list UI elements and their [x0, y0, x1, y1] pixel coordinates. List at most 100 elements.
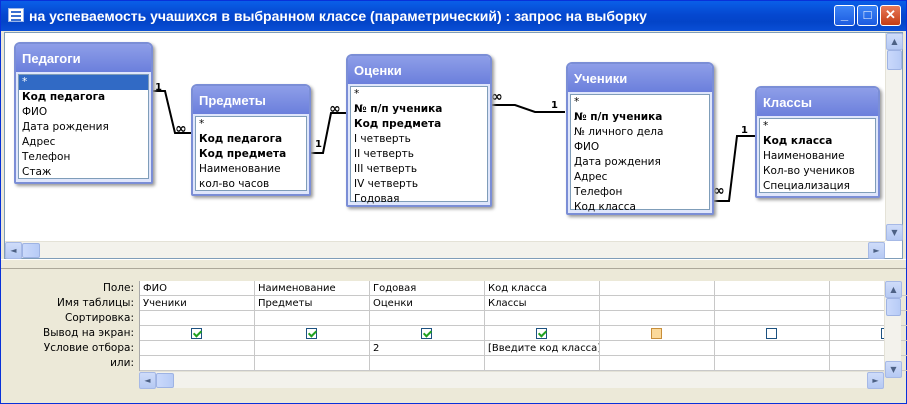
query-grid-pane[interactable]: Поле: Имя таблицы: Сортировка: Вывод на экр… [4, 269, 907, 393]
field-item[interactable]: ФИО [19, 105, 148, 120]
show-checkbox[interactable] [536, 328, 547, 339]
scroll-thumb[interactable] [886, 298, 901, 316]
field-item[interactable]: кол-во часов [196, 177, 306, 192]
field-item[interactable]: III четверть [351, 162, 487, 177]
table-header[interactable]: Педагоги [16, 44, 151, 72]
grid-cell-sort[interactable] [255, 311, 370, 326]
grid-cell-criteria[interactable] [255, 341, 370, 356]
scroll-down-button[interactable]: ▼ [885, 361, 902, 378]
field-list[interactable]: * Код педагога ФИО Дата рождения Адрес Телефо… [18, 74, 149, 179]
grid-cell-show[interactable] [600, 326, 715, 341]
table-grades[interactable]: Оценки * № п/п ученика Код предмета I четвер… [346, 54, 492, 207]
field-item[interactable]: ФИО [571, 140, 709, 155]
grid-cell-or[interactable] [140, 356, 255, 371]
grid-cell-show[interactable] [485, 326, 600, 341]
field-item[interactable]: * [760, 119, 875, 134]
table-header[interactable]: Предметы [193, 86, 309, 114]
grid-cell-field[interactable]: Код класса [485, 281, 600, 296]
grid-cell-field[interactable] [715, 281, 830, 296]
field-list[interactable]: * Код педагога Код предмета Наименование кол… [195, 116, 307, 191]
grid-cell-show[interactable] [715, 326, 830, 341]
close-button[interactable]: ✕ [880, 5, 901, 26]
field-item[interactable]: Код педагога [19, 90, 148, 105]
field-item[interactable]: Наименование [196, 162, 306, 177]
show-checkbox[interactable] [191, 328, 202, 339]
grid-vertical-scrollbar[interactable]: ▲ ▼ [884, 281, 902, 378]
scroll-right-button[interactable]: ► [867, 372, 884, 389]
grid-cell-criteria[interactable]: 2 [370, 341, 485, 356]
scroll-left-button[interactable]: ◄ [139, 372, 156, 389]
field-item[interactable]: Стаж [19, 165, 148, 180]
grid-cell-criteria[interactable] [715, 341, 830, 356]
table-pane-vertical-scrollbar[interactable]: ▲ ▼ [885, 33, 903, 241]
field-item[interactable]: Адрес [19, 135, 148, 150]
show-checkbox[interactable] [421, 328, 432, 339]
field-item[interactable]: I четверть [351, 132, 487, 147]
grid-cell-or[interactable] [370, 356, 485, 371]
field-item[interactable]: Кол-во учеников [760, 164, 875, 179]
field-item[interactable]: Телефон [571, 185, 709, 200]
grid-cell-field[interactable]: Годовая [370, 281, 485, 296]
minimize-button[interactable]: _ [834, 5, 855, 26]
field-item[interactable]: Адрес [571, 170, 709, 185]
field-item[interactable]: Специализация [760, 179, 875, 194]
field-item[interactable]: Годовая [351, 192, 487, 207]
field-item[interactable]: № личного дела [571, 125, 709, 140]
scroll-right-button[interactable]: ► [868, 242, 885, 259]
grid-cell-or[interactable] [600, 356, 715, 371]
grid-cell-table[interactable] [600, 296, 715, 311]
scroll-left-button[interactable]: ◄ [5, 242, 22, 259]
grid-cell-table[interactable]: Классы [485, 296, 600, 311]
table-students[interactable]: Ученики * № п/п ученика № личного дела ФИО Да… [566, 62, 714, 215]
grid-cell-show[interactable] [140, 326, 255, 341]
grid-cell-sort[interactable] [370, 311, 485, 326]
grid-cell-show[interactable] [370, 326, 485, 341]
pane-splitter[interactable] [1, 259, 906, 269]
table-header[interactable]: Классы [757, 88, 878, 116]
grid-cell-sort[interactable] [140, 311, 255, 326]
grid-cell-sort[interactable] [485, 311, 600, 326]
grid-cell-sort[interactable] [600, 311, 715, 326]
grid-cell-criteria[interactable] [600, 341, 715, 356]
scroll-up-button[interactable]: ▲ [885, 281, 902, 298]
field-item[interactable]: II четверть [351, 147, 487, 162]
table-teachers[interactable]: Педагоги * Код педагога ФИО Дата рождения Адр… [14, 42, 153, 184]
scroll-down-button[interactable]: ▼ [886, 224, 903, 241]
field-item[interactable]: Код педагога [196, 132, 306, 147]
field-item[interactable]: * [19, 75, 148, 90]
grid-cell-field[interactable]: ФИО [140, 281, 255, 296]
grid-cell-field[interactable] [600, 281, 715, 296]
table-subjects[interactable]: Предметы * Код педагога Код предмета Наимено… [191, 84, 311, 196]
field-item[interactable]: * [351, 87, 487, 102]
field-item[interactable]: Дата рождения [19, 120, 148, 135]
field-item[interactable]: * [571, 95, 709, 110]
show-checkbox[interactable] [651, 328, 662, 339]
table-header[interactable]: Оценки [348, 56, 490, 84]
grid-cell-table[interactable]: Ученики [140, 296, 255, 311]
grid-cell-show[interactable] [255, 326, 370, 341]
field-item[interactable]: IV четверть [351, 177, 487, 192]
maximize-button[interactable]: □ [857, 5, 878, 26]
field-item[interactable]: Дата рождения [571, 155, 709, 170]
grid-cell-or[interactable] [485, 356, 600, 371]
grid-cell-or[interactable] [715, 356, 830, 371]
field-list[interactable]: * № п/п ученика № личного дела ФИО Дата рожд… [570, 94, 710, 213]
scroll-thumb[interactable] [156, 373, 174, 388]
field-list[interactable]: * Код класса Наименование Кол-во учеников Сп… [759, 118, 876, 193]
field-list[interactable]: * № п/п ученика Код предмета I четверть II ч… [350, 86, 488, 205]
grid-cell-table[interactable] [715, 296, 830, 311]
grid-cell-sort[interactable] [715, 311, 830, 326]
scroll-up-button[interactable]: ▲ [886, 33, 903, 50]
show-checkbox[interactable] [306, 328, 317, 339]
grid-cell-table[interactable]: Оценки [370, 296, 485, 311]
scroll-thumb[interactable] [887, 50, 902, 70]
show-checkbox[interactable] [766, 328, 777, 339]
field-item[interactable]: Код предмета [196, 147, 306, 162]
field-item[interactable]: Код класса [760, 134, 875, 149]
title-bar[interactable]: на успеваемость учашихся в выбранном кла… [1, 1, 906, 31]
table-pane[interactable]: 1 ∞ 1 ∞ ∞ 1 ∞ 1 Педагоги * Код педагога ФИО… [4, 32, 903, 259]
scroll-thumb[interactable] [22, 243, 40, 258]
grid-cell-table[interactable]: Предметы [255, 296, 370, 311]
grid-cell-criteria[interactable] [140, 341, 255, 356]
field-item[interactable]: Телефон [19, 150, 148, 165]
